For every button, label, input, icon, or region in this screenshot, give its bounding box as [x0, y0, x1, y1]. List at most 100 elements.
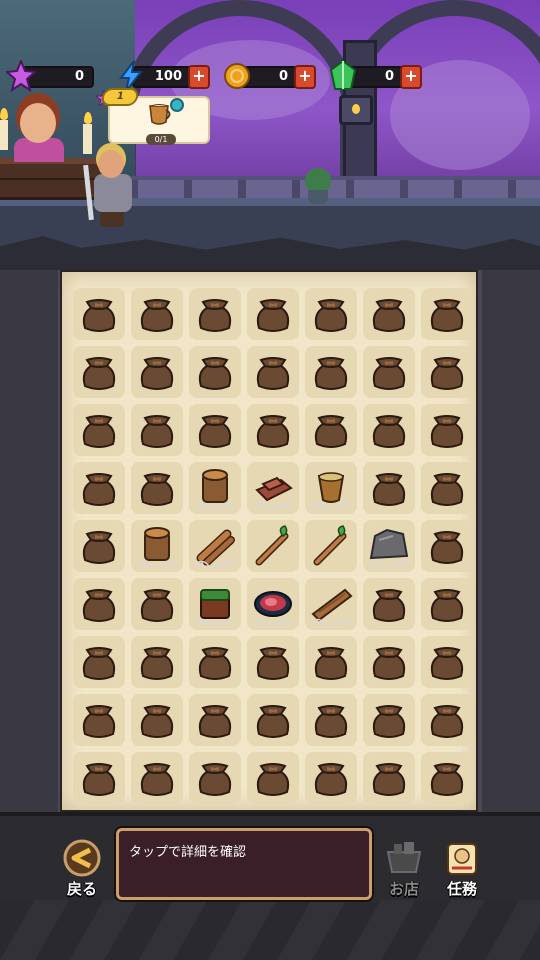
board-cell[interactable] — [131, 404, 183, 456]
bag-icon — [256, 705, 290, 738]
board-cell[interactable] — [189, 694, 241, 746]
bag-icon — [140, 299, 174, 332]
board-cell[interactable] — [131, 462, 183, 514]
gem-green-add-button[interactable]: + — [400, 65, 422, 89]
bag-icon — [314, 763, 348, 796]
board-cell[interactable] — [363, 578, 415, 630]
board-cell[interactable] — [189, 752, 241, 804]
meat-web-icon — [252, 591, 294, 625]
bag-icon — [140, 705, 174, 738]
stump-web-icon — [194, 469, 236, 509]
board-cell[interactable] — [421, 636, 473, 688]
sprout-stick-icon — [255, 525, 289, 566]
board-cell[interactable] — [363, 404, 415, 456]
board-cell[interactable] — [247, 694, 299, 746]
board-cell[interactable] — [189, 346, 241, 398]
candle-flame-icon — [84, 112, 92, 124]
board-cell[interactable] — [73, 752, 125, 804]
energy-value: 100 — [154, 69, 182, 84]
bag-icon — [140, 589, 174, 622]
info-icon[interactable] — [170, 98, 184, 112]
board-cell[interactable] — [73, 462, 125, 514]
board-cell[interactable] — [73, 288, 125, 340]
board-cell[interactable] — [189, 462, 241, 514]
board-cell[interactable] — [73, 636, 125, 688]
green-crystal-icon — [328, 60, 358, 92]
board-cell[interactable] — [131, 578, 183, 630]
board-cell[interactable] — [247, 404, 299, 456]
board-cell[interactable] — [247, 288, 299, 340]
board-cell[interactable] — [189, 288, 241, 340]
board-cell[interactable] — [305, 694, 357, 746]
tasks-button[interactable]: 任務 — [432, 838, 492, 904]
board-cell[interactable] — [247, 578, 299, 630]
board-cell[interactable] — [421, 404, 473, 456]
board-cell[interactable] — [73, 578, 125, 630]
bag-icon — [256, 647, 290, 680]
board-cell[interactable] — [421, 694, 473, 746]
bag-icon — [314, 415, 348, 448]
board-cell[interactable] — [247, 636, 299, 688]
plank-web-icon — [310, 588, 353, 625]
back-arrow-icon — [63, 839, 101, 877]
board-cell[interactable] — [131, 694, 183, 746]
grass-block-web-icon — [194, 589, 236, 625]
energy-add-button[interactable]: + — [188, 65, 210, 89]
game-scene — [0, 0, 540, 270]
board-cell[interactable] — [363, 462, 415, 514]
cup-web-icon — [310, 472, 352, 509]
bag-icon — [82, 357, 116, 390]
board-cell[interactable] — [73, 404, 125, 456]
board-cell[interactable] — [363, 346, 415, 398]
back-label: 戻る — [66, 880, 97, 898]
gem-green-value: 0 — [384, 69, 394, 84]
shop-button[interactable]: お店 — [374, 838, 434, 904]
board-cell[interactable] — [305, 462, 357, 514]
board-cell[interactable] — [421, 578, 473, 630]
board-cell[interactable] — [247, 752, 299, 804]
bag-icon — [198, 705, 232, 738]
board-cell[interactable] — [363, 752, 415, 804]
board-cell[interactable] — [305, 520, 357, 572]
board-cell[interactable] — [305, 346, 357, 398]
bag-icon — [430, 763, 464, 796]
board-cell[interactable] — [189, 636, 241, 688]
board-cell[interactable] — [247, 346, 299, 398]
hero-character[interactable] — [98, 150, 124, 178]
board-cell[interactable] — [305, 578, 357, 630]
bag-icon — [372, 415, 406, 448]
board-cell[interactable] — [131, 520, 183, 572]
board-cell[interactable] — [73, 520, 125, 572]
board-cell[interactable] — [363, 288, 415, 340]
board-cell[interactable] — [305, 636, 357, 688]
board-cell[interactable] — [189, 404, 241, 456]
board-cell[interactable] — [305, 752, 357, 804]
board-cell[interactable] — [247, 520, 299, 572]
board-cell[interactable] — [189, 520, 241, 572]
board-cell[interactable] — [305, 404, 357, 456]
board-cell[interactable] — [247, 462, 299, 514]
shopkeeper-character[interactable] — [20, 103, 56, 143]
board-cell[interactable] — [131, 752, 183, 804]
bag-icon — [198, 299, 232, 332]
back-button[interactable]: 戻る — [52, 838, 112, 904]
board-cell[interactable] — [421, 462, 473, 514]
bag-icon — [82, 473, 116, 506]
bag-icon — [372, 705, 406, 738]
board-cell[interactable] — [73, 694, 125, 746]
board-cell[interactable] — [131, 288, 183, 340]
board-cell[interactable] — [363, 520, 415, 572]
board-cell[interactable] — [131, 636, 183, 688]
board-cell[interactable] — [421, 520, 473, 572]
board-cell[interactable] — [305, 288, 357, 340]
board-cell[interactable] — [189, 578, 241, 630]
coin-add-button[interactable]: + — [294, 65, 316, 89]
board-cell[interactable] — [421, 346, 473, 398]
board-cell[interactable] — [421, 752, 473, 804]
board-cell[interactable] — [363, 636, 415, 688]
board-cell[interactable] — [131, 346, 183, 398]
bag-icon — [430, 647, 464, 680]
board-cell[interactable] — [73, 346, 125, 398]
board-cell[interactable] — [363, 694, 415, 746]
board-cell[interactable] — [421, 288, 473, 340]
